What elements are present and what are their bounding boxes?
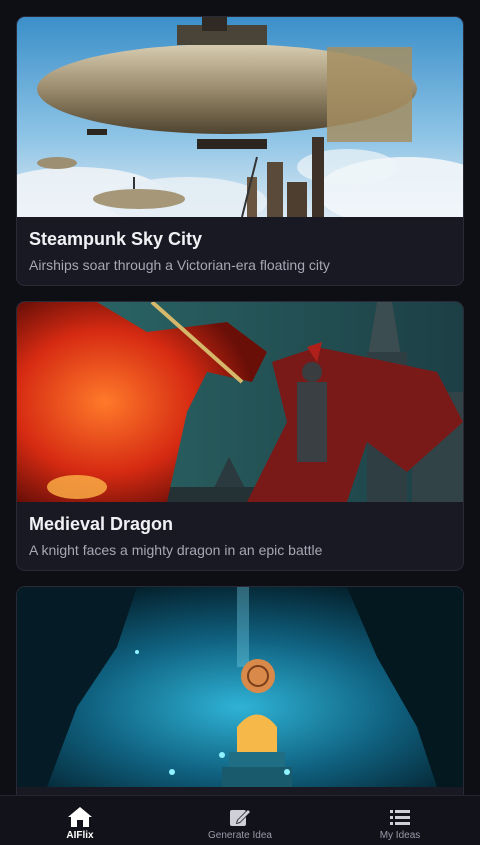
card-description: A knight faces a mighty dragon in an epi… [29,542,323,558]
nav-label: My Ideas [379,830,421,841]
idea-feed[interactable]: Steampunk Sky City Airships soar through… [0,0,480,795]
nav-label: AIFlix [66,830,94,841]
dragon-knight-image [17,302,463,502]
nav-item-generate-idea[interactable]: Generate Idea [160,796,320,845]
card-description: Airships soar through a Victorian-era fl… [29,257,330,273]
card-title: Medieval Dragon [29,514,174,534]
nav-item-aiflix[interactable]: AIFlix [0,796,160,845]
idea-card[interactable] [16,586,464,795]
idea-card[interactable]: Medieval Dragon A knight faces a mighty … [16,301,464,571]
airship-image [17,17,463,217]
idea-card[interactable]: Steampunk Sky City Airships soar through… [16,16,464,286]
nav-label: Generate Idea [208,830,272,841]
card-title: Steampunk Sky City [29,229,203,249]
edit-icon [230,809,251,826]
bottom-navigation: AIFlix Generate Idea My Ideas [0,795,480,845]
home-icon [68,807,92,827]
underwater-cave-image [17,587,463,787]
list-icon [390,810,410,825]
nav-item-my-ideas[interactable]: My Ideas [320,796,480,845]
